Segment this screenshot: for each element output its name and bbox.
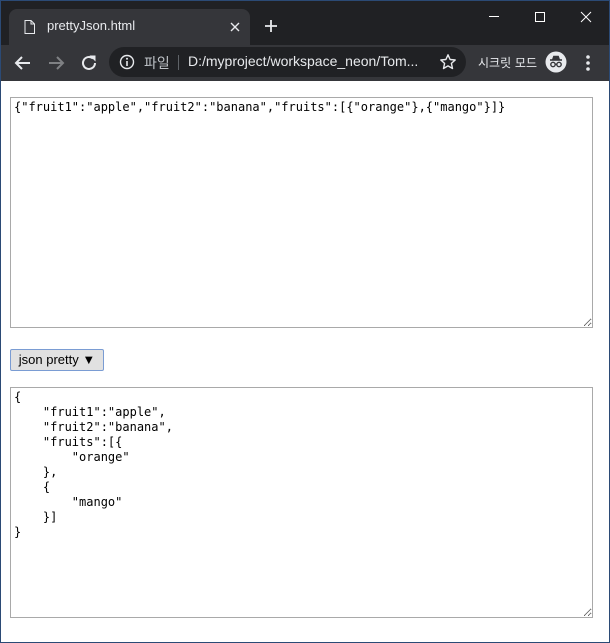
minimize-icon — [489, 16, 499, 17]
json-output-textarea[interactable]: { "fruit1":"apple", "fruit2":"banana", "… — [10, 387, 593, 618]
info-icon[interactable] — [119, 54, 135, 70]
tab-title: prettyJson.html — [47, 18, 136, 33]
maximize-icon — [535, 12, 545, 22]
forward-arrow-icon[interactable] — [44, 51, 68, 75]
address-bar[interactable]: 파일 D:/myproject/workspace_neon/Tom... — [109, 47, 466, 77]
json-pretty-button[interactable]: json pretty ▼ — [10, 349, 104, 371]
json-input-textarea[interactable]: {"fruit1":"apple","fruit2":"banana","fru… — [10, 97, 593, 328]
window-close-button[interactable] — [563, 1, 609, 33]
scheme-label: 파일 — [144, 56, 170, 72]
tab-strip: prettyJson.html — [1, 1, 609, 45]
plus-icon[interactable] — [263, 18, 279, 34]
star-icon[interactable] — [439, 53, 457, 71]
reload-icon[interactable] — [77, 51, 101, 75]
window-close-icon — [580, 11, 592, 23]
page-content: {"fruit1":"apple","fruit2":"banana","fru… — [1, 81, 609, 642]
toolbar: 파일 D:/myproject/workspace_neon/Tom... 시크… — [1, 45, 609, 81]
close-icon[interactable] — [227, 19, 243, 35]
minimize-button[interactable] — [471, 1, 517, 33]
back-arrow-icon[interactable] — [11, 51, 35, 75]
more-vert-icon[interactable] — [582, 53, 594, 73]
tab-prettyjson[interactable]: prettyJson.html — [9, 9, 250, 45]
page-icon — [24, 20, 35, 34]
omnibox-divider — [178, 55, 179, 70]
browser-window: prettyJson.html 파일 D:/myproject/workspac… — [0, 0, 610, 643]
url-text[interactable]: D:/myproject/workspace_neon/Tom... — [188, 53, 430, 69]
maximize-button[interactable] — [517, 1, 563, 33]
incognito-icon[interactable] — [545, 51, 567, 73]
incognito-label: 시크릿 모드 — [478, 56, 538, 70]
